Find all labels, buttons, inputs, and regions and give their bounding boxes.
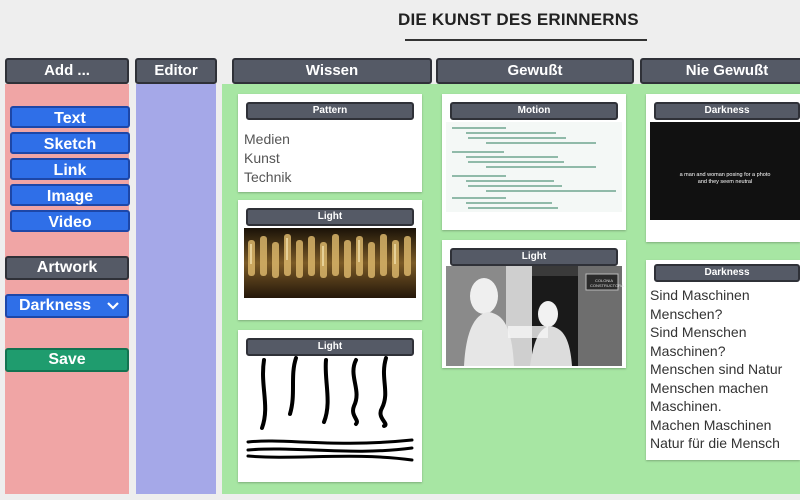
poem-line: Natur für die Mensch [650,435,780,451]
artwork-select-value: Darkness [19,297,92,314]
darkness-image-card[interactable]: Darkness a man and woman posing for a ph… [646,94,800,242]
add-video-button[interactable]: Video [10,210,130,232]
caption-line: a man and woman posing for a photo [679,172,771,178]
card-label: Light [246,208,414,226]
pattern-line: Medien [244,131,290,147]
poem-line: Sind Maschinen [650,287,750,303]
poem-line: Menschen? [650,305,723,322]
poem-line: Maschinen? [650,342,726,359]
poem-line: Menschen machen [650,379,769,396]
app-title: DIE KUNST DES ERINNERNS [398,10,639,29]
image-caption: a man and woman posing for a photo and t… [650,172,800,186]
caption-line: and they seem neutral [697,179,753,185]
light-card-wissen-1[interactable]: Light [238,200,422,320]
add-text-button[interactable]: Text [10,106,130,128]
add-sketch-button[interactable]: Sketch [10,132,130,154]
pattern-card[interactable]: Pattern Medien Kunst Technik [238,94,422,192]
card-label: Darkness [654,102,800,120]
artwork-label: Artwork [5,256,129,280]
bottles-image [244,228,416,298]
save-button[interactable]: Save [5,348,129,372]
darkness-text: Sind Maschinen Menschen? Sind Menschen M… [650,286,782,453]
header-nie-gewusst: Nie Gewußt [640,58,800,84]
artwork-select[interactable]: Darkness [5,294,129,318]
editor-column [136,84,216,494]
add-link-button[interactable]: Link [10,158,130,180]
header-gewusst: Gewußt [436,58,634,84]
header-editor: Editor [135,58,217,84]
add-image-button[interactable]: Image [10,184,130,206]
card-label: Motion [450,102,618,120]
sign-text: COLONIA CONSTRUCTORA [590,278,624,288]
poem-line: Machen Maschinen [650,416,772,433]
header-wissen: Wissen [232,58,432,84]
header-add: Add ... [5,58,129,84]
title-underline [405,39,647,41]
poem-line: Maschinen. [650,398,722,414]
darkness-text-card[interactable]: Darkness Sind Maschinen Menschen? Sind M… [646,260,800,460]
add-column: Text Sketch Link Image Video Artwork Dar… [5,84,130,494]
card-label: Darkness [654,264,800,282]
pattern-line: Kunst [244,150,280,166]
motion-card[interactable]: Motion [442,94,626,230]
poem-line: Sind Menschen [650,324,747,340]
card-label: Light [450,248,618,266]
light-card-wissen-2[interactable]: Light [238,330,422,482]
sketch-image [244,356,416,480]
pattern-text: Medien Kunst Technik [244,130,291,187]
card-label: Light [246,338,414,356]
light-card-gewusst[interactable]: Light COLONIA CONSTRUCTORA [442,240,626,368]
poem-line: Menschen sind Natur [650,361,783,377]
chevron-down-icon [107,296,119,321]
text-scan-image [446,122,622,212]
pattern-line: Technik [244,169,292,185]
card-label: Pattern [246,102,414,120]
dark-screen-image: a man and woman posing for a photo and t… [650,122,800,220]
